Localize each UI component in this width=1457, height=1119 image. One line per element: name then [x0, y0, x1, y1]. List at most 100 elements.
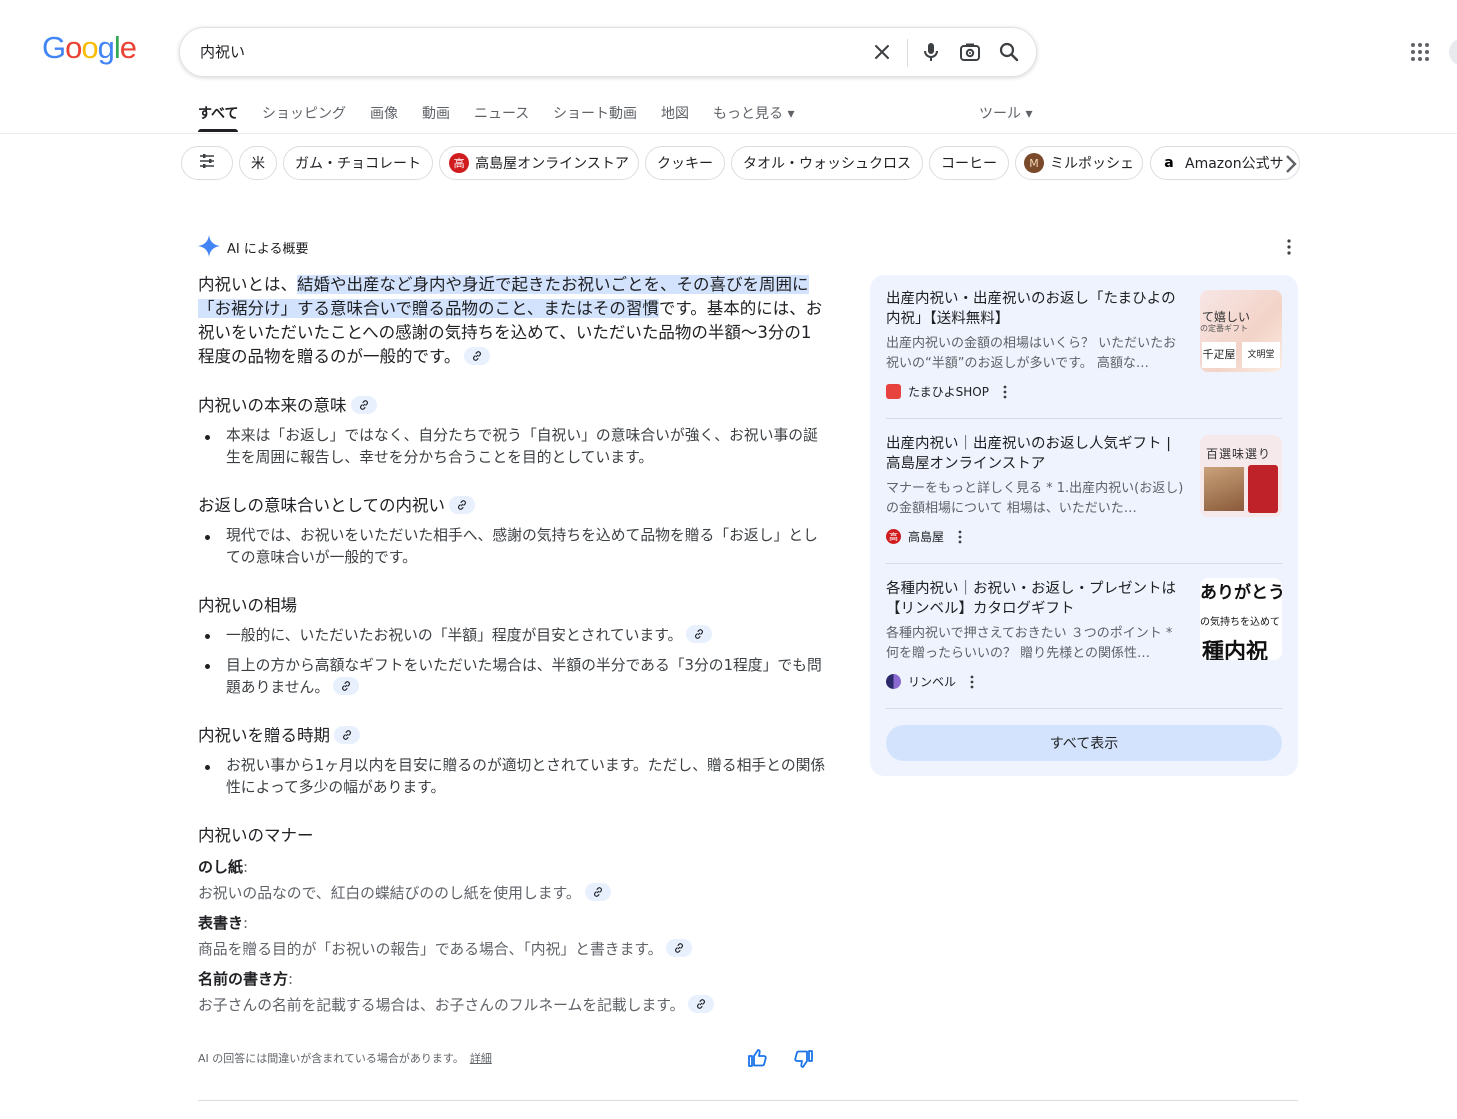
source-link-icon[interactable] [686, 625, 713, 643]
section-heading-text: 内祝いの本来の意味 [198, 396, 347, 415]
account-avatar[interactable] [1449, 38, 1457, 66]
section-heading: 内祝いの相場 [198, 596, 297, 615]
microphone-icon[interactable] [919, 40, 943, 64]
source-thumbnail[interactable]: ありがとう の気持ちを込めて 種内祝 [1200, 578, 1282, 660]
source-link-icon[interactable] [334, 726, 360, 744]
source-link-icon[interactable] [350, 396, 377, 414]
source-site[interactable]: たまひよSHOP [886, 383, 1007, 400]
source-title[interactable]: 出産内祝い・出産祝いのお返し「たまひよの内祝」【送料無料】 [886, 289, 1186, 329]
source-snippet: 出産内祝いの金額の相場はいくら？ いただいたお祝いの“半額”のお返しが多いです。… [886, 336, 1177, 371]
manner-label-text: 名前の書き方 [198, 970, 289, 988]
source-link-icon[interactable] [666, 939, 693, 957]
google-logo[interactable]: Google [42, 30, 137, 66]
search-input[interactable] [200, 28, 840, 76]
source-thumbnail[interactable]: て嬉しい の定番ギフト 千疋屋 文明堂 [1200, 290, 1282, 372]
manner-desc: お祝いの品なので、紅白の蝶結びののし紙を使用します。 [198, 882, 611, 903]
manners-heading: 内祝いのマナー [198, 826, 314, 845]
source-thumbnail[interactable]: 百選味選り [1200, 435, 1282, 517]
ringbell-favicon-icon [886, 674, 901, 689]
thumb-text: 種内祝 [1202, 640, 1269, 660]
tab-images[interactable]: 画像 [370, 103, 398, 123]
bullet-dot [205, 535, 210, 540]
thumb-text: ありがとう [1200, 583, 1282, 603]
source-link-icon[interactable] [333, 677, 360, 695]
tab-short-videos[interactable]: ショート動画 [553, 103, 637, 123]
chip-filter[interactable] [181, 146, 233, 180]
ai-overview-title: AI による概要 [227, 242, 309, 257]
details-link[interactable]: 詳細 [470, 1052, 492, 1065]
logo-letter: g [97, 30, 115, 65]
source-link-icon[interactable] [449, 496, 476, 514]
chip-rice[interactable]: 米 [239, 146, 277, 180]
thumb-package-image [1248, 465, 1278, 513]
section-heading-text: 内祝いを贈る時期 [198, 726, 330, 745]
bullet-text: 現代では、お祝いをいただいた相手へ、感謝の気持ちを込めて品物を贈る「お返し」とし… [226, 527, 818, 566]
tab-tools[interactable]: ツール ▾ [979, 103, 1032, 123]
source-separator [886, 563, 1282, 564]
source-title[interactable]: 出産内祝い｜出産祝いのお返し人気ギフト | 高島屋オンラインストア [886, 434, 1186, 474]
tab-shopping[interactable]: ショッピング [262, 103, 346, 123]
chip-milpochette[interactable]: M ミルポッシェ [1015, 146, 1143, 180]
logo-letter: G [42, 30, 66, 65]
bullet-item: 一般的に、いただいたお祝いの「半額」程度が目安とされています。 [226, 625, 828, 647]
bullet-text: 目上の方から高額なギフトをいただいた場合は、半額の半分である「3分の1程度」でも… [226, 657, 822, 696]
tab-all[interactable]: すべて [198, 103, 238, 123]
thumbs-down-icon[interactable] [793, 1048, 815, 1070]
apps-grid-icon[interactable] [1410, 42, 1430, 62]
manner-desc-text: お子さんの名前を記載する場合は、お子さんのフルネームを記載します。 [198, 997, 685, 1014]
chip-amazon[interactable]: a Amazon公式サ [1150, 146, 1300, 180]
tab-videos[interactable]: 動画 [422, 103, 450, 123]
bullet-item: 目上の方から高額なギフトをいただいた場合は、半額の半分である「3分の1程度」でも… [226, 655, 828, 699]
section-divider [198, 1100, 1298, 1101]
more-options-icon[interactable] [1282, 238, 1296, 256]
chip-cookie[interactable]: クッキー [645, 146, 725, 180]
source-snippet: 各種内祝いで押さえておきたい ３つのポイント * 何を贈ったらいいの？ 贈り先様… [886, 626, 1173, 661]
source-site[interactable]: 高 高島屋 [886, 528, 962, 545]
tab-maps[interactable]: 地図 [661, 103, 689, 123]
active-tab-indicator [198, 129, 238, 132]
more-options-icon[interactable] [970, 675, 974, 689]
tab-more[interactable]: もっと見る ▾ [713, 103, 794, 123]
thumb-text: の定番ギフト [1200, 324, 1248, 333]
thumb-text: 文明堂 [1242, 342, 1280, 368]
section-heading: 内祝いの本来の意味 [198, 392, 377, 416]
more-options-icon[interactable] [958, 530, 962, 544]
source-snippet: マナーをもっと詳しく見る * 1.出産内祝い(お返し)の金額相場について 相場は… [886, 481, 1184, 516]
bullet-dot [205, 765, 210, 770]
chip-towel[interactable]: タオル・ウォッシュクロス [731, 146, 923, 180]
chip-label: ミルポッシェ [1050, 156, 1134, 172]
clear-icon[interactable] [870, 40, 894, 64]
chip-takashimaya[interactable]: 高 高島屋オンラインストア [439, 146, 639, 180]
thumb-text: 百選味選り [1206, 447, 1272, 461]
chip-coffee[interactable]: コーヒー [929, 146, 1009, 180]
source-link-icon[interactable] [464, 347, 491, 365]
more-options-icon[interactable] [1003, 385, 1007, 399]
source-site-name: たまひよSHOP [908, 385, 989, 399]
thumbs-up-icon[interactable] [746, 1047, 768, 1069]
logo-letter: e [119, 30, 137, 65]
section-heading: 内祝いを贈る時期 [198, 722, 360, 746]
manner-desc: 商品を贈る目的が「お祝いの報告」である場合、「内祝」と書きます。 [198, 938, 693, 959]
manner-label-text: 表書き [198, 914, 244, 932]
manner-desc: お子さんの名前を記載する場合は、お子さんのフルネームを記載します。 [198, 994, 715, 1015]
takashimaya-favicon-icon: 高 [886, 529, 901, 544]
tamahiyo-favicon-icon [886, 384, 901, 399]
source-site[interactable]: リンベル [886, 673, 974, 690]
source-separator [886, 708, 1282, 709]
bullet-text: 一般的に、いただいたお祝いの「半額」程度が目安とされています。 [226, 627, 683, 644]
bullet-text: 本来は「お返し」ではなく、自分たちで祝う「自祝い」の意味合いが強く、お祝い事の誕… [226, 427, 818, 466]
manner-label: のし紙: [198, 858, 249, 876]
show-all-button[interactable]: すべて表示 [886, 725, 1282, 761]
chevron-right-icon[interactable] [1279, 150, 1303, 178]
manner-desc-text: お祝いの品なので、紅白の蝶結びののし紙を使用します。 [198, 885, 581, 902]
thumb-text: の気持ちを込めて [1200, 617, 1280, 628]
thumb-food-image [1204, 467, 1244, 511]
tab-news[interactable]: ニュース [474, 103, 529, 123]
source-link-icon[interactable] [584, 883, 611, 901]
logo-letter: o [81, 30, 98, 65]
chip-gum-chocolate[interactable]: ガム・チョコレート [283, 146, 433, 180]
source-title[interactable]: 各種内祝い｜お祝い・お返し・プレゼントは【リンベル】カタログギフト [886, 579, 1186, 619]
source-link-icon[interactable] [688, 995, 715, 1013]
search-icon[interactable] [997, 40, 1021, 64]
lens-icon[interactable] [958, 40, 982, 64]
